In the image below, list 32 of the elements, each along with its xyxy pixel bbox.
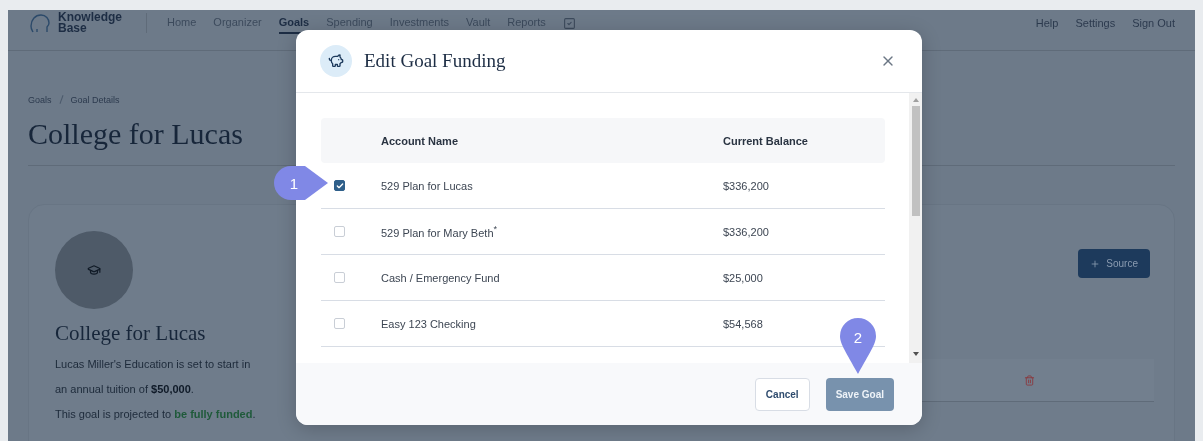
piggy-bank-icon [320, 45, 352, 77]
goal-title: College for Lucas [55, 321, 206, 346]
checkbox[interactable] [334, 180, 345, 191]
nav-link[interactable]: Sign Out [1132, 17, 1175, 29]
table-cell-text: Easy 123 Checking [381, 317, 477, 330]
dialog-title: Edit Goal Funding [364, 50, 507, 72]
step-marker: 1 [274, 166, 328, 200]
table-cell-text: $336,200 [723, 179, 770, 192]
checkbox-icon[interactable] [562, 16, 576, 30]
cancel-button[interactable]: Cancel [754, 377, 810, 411]
table-cell-text: $54,568 [723, 317, 764, 330]
trash-icon[interactable] [1023, 374, 1035, 386]
table-cell-text: $25,000 [723, 271, 764, 284]
table-cell-text: 529 Plan for Lucas [381, 179, 474, 192]
breadcrumb-link[interactable]: Goal Details [70, 95, 120, 105]
column-header: Account Name [381, 134, 460, 147]
nav-link[interactable]: Help [1035, 17, 1059, 29]
table-cell-text: $336,200 [723, 225, 770, 238]
plus-icon [1090, 258, 1101, 269]
table-cell-text: Cash / Emergency Fund [381, 271, 501, 284]
save-goal-button[interactable]: Save Goal [825, 377, 894, 411]
column-header: Current Balance [723, 134, 809, 147]
step-marker: 2 [840, 318, 876, 374]
add-source-button[interactable]: Source [1078, 249, 1150, 278]
scrollbar[interactable] [909, 93, 922, 363]
head-icon [28, 11, 52, 35]
nav-link[interactable]: Settings [1075, 17, 1116, 29]
breadcrumb-link[interactable]: Goals [28, 95, 52, 105]
logo-text: Knowledge Base [58, 12, 122, 34]
graduation-cap-icon [87, 263, 101, 277]
table-cell-text: 529 Plan for Mary Beth$^{*}$ [381, 224, 499, 239]
goal-description: Lucas Miller's Education is set to start in an annual tuition of $50,000. This goal is projected to be fully funded. [55, 357, 256, 422]
